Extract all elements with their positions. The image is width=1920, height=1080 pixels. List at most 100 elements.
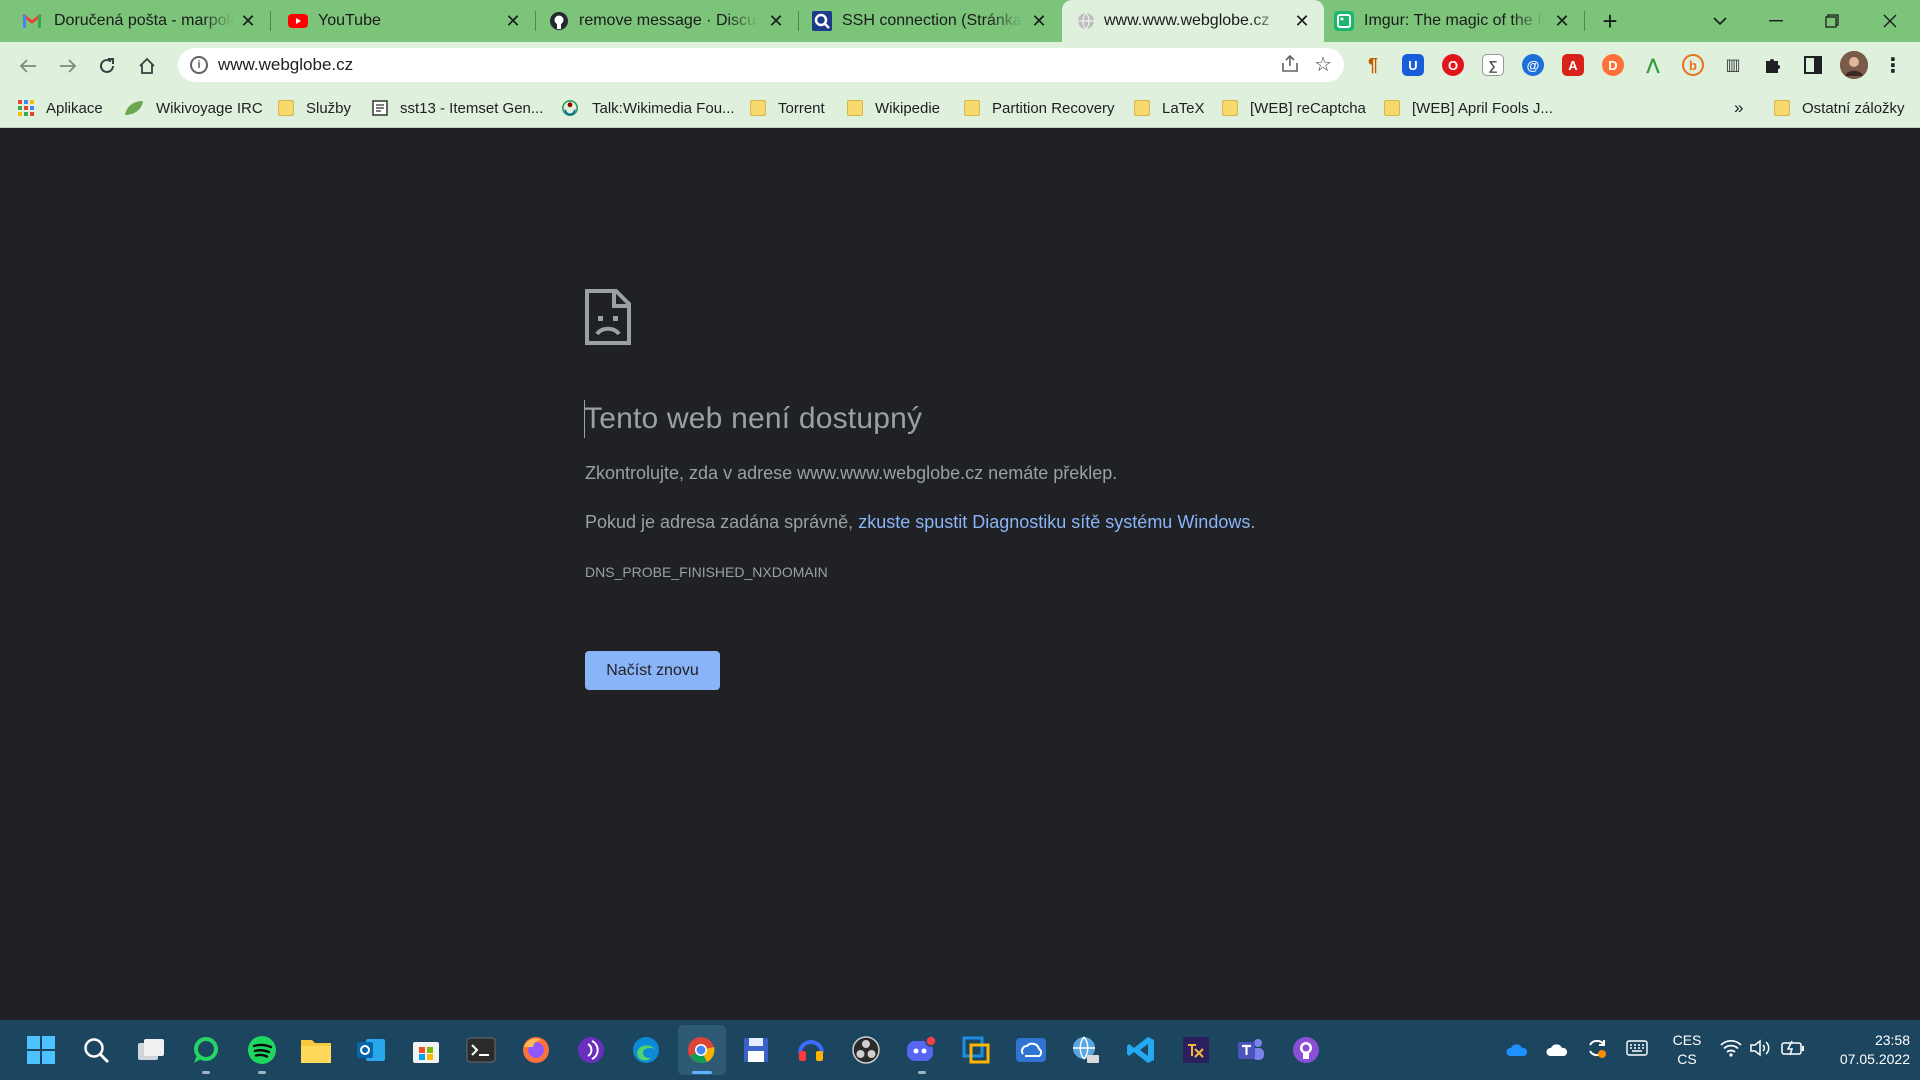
spotify-icon[interactable] (245, 1033, 279, 1067)
bookmark-wikivoyage-irc[interactable]: Wikivoyage IRC (124, 97, 263, 119)
sync-icon[interactable] (1586, 1037, 1608, 1064)
teams-icon[interactable] (1234, 1033, 1268, 1067)
bookmarks-bar: Aplikace Wikivoyage IRC Služby sst13 - I… (0, 88, 1920, 128)
error-check-url-text: Zkontrolujte, zda v adrese www.www.webgl… (585, 463, 1118, 483)
onedrive-icon[interactable] (1506, 1041, 1528, 1062)
taskbar-clock[interactable]: 23:58 07.05.2022 (1820, 1031, 1910, 1069)
menu-kebab-icon[interactable]: ⋮ (1882, 54, 1904, 77)
bookmark-talk-wikimedia[interactable]: Talk:Wikimedia Fou... (560, 97, 735, 119)
tex-editor-icon[interactable] (1179, 1033, 1213, 1067)
network-diagnostics-link[interactable]: zkuste spustit Diagnostiku sítě systému … (858, 512, 1250, 532)
archive-extension-icon[interactable]: ▥ (1722, 54, 1744, 76)
orange-extension-icon[interactable]: b (1682, 54, 1704, 76)
wifi-icon[interactable] (1720, 1039, 1742, 1062)
new-tab-button[interactable]: + (1596, 8, 1624, 36)
close-icon[interactable]: ✕ (1292, 11, 1312, 31)
swirl-extension-icon[interactable]: @ (1522, 54, 1544, 76)
minimize-icon[interactable] (1748, 0, 1804, 42)
diagnostics-prefix: Pokud je adresa zadána správně, (585, 512, 859, 532)
forum-icon (812, 11, 832, 31)
globe-icon (1076, 11, 1096, 31)
file-explorer-icon[interactable] (299, 1033, 333, 1067)
terminal-icon[interactable] (464, 1033, 498, 1067)
bookmarks-overflow-button[interactable]: » (1734, 97, 1743, 119)
input-language-indicator[interactable]: CES CS (1672, 1031, 1702, 1069)
home-icon[interactable] (133, 52, 161, 80)
save-floppy-icon[interactable] (739, 1033, 773, 1067)
bookmark-folder-partition-recovery[interactable]: Partition Recovery (964, 97, 1115, 119)
outlook-icon[interactable] (354, 1033, 388, 1067)
wikimedia-icon (562, 100, 578, 116)
battery-icon[interactable] (1781, 1040, 1805, 1061)
bookmark-folder-web-recaptcha[interactable]: [WEB] reCaptcha (1222, 97, 1366, 119)
puzzle-extensions-icon[interactable] (1762, 54, 1784, 76)
close-icon[interactable]: ✕ (766, 11, 786, 31)
share-icon[interactable] (1280, 54, 1300, 79)
page-icon (372, 100, 388, 116)
whatsapp-icon[interactable] (189, 1033, 223, 1067)
bitwarden-icon[interactable]: U (1402, 54, 1424, 76)
duckduckgo-icon[interactable]: D (1602, 54, 1624, 76)
green-leaf-extension-icon[interactable]: ⋀ (1642, 54, 1664, 76)
pilcrow-extension-icon[interactable]: ¶ (1362, 54, 1384, 76)
bookmark-folder-torrent[interactable]: Torrent (750, 97, 825, 119)
bookmark-sst13[interactable]: sst13 - Itemset Gen... (372, 97, 543, 119)
discord-icon[interactable] (904, 1033, 938, 1067)
bookmark-folder-other-bookmarks[interactable]: Ostatní záložky (1774, 97, 1905, 119)
close-icon[interactable]: ✕ (1029, 11, 1049, 31)
bookmark-folder-latex[interactable]: LaTeX (1134, 97, 1205, 119)
virtualbox-icon[interactable] (959, 1033, 993, 1067)
close-icon[interactable]: ✕ (503, 11, 523, 31)
keyboard-layout-code: CS (1677, 1051, 1697, 1067)
opera-adblock-icon[interactable]: O (1442, 54, 1464, 76)
start-windows-icon[interactable] (24, 1033, 58, 1067)
close-icon[interactable]: ✕ (1552, 11, 1572, 31)
folder-icon (847, 100, 863, 116)
site-info-icon[interactable]: i (190, 56, 208, 74)
address-bar[interactable]: i www.webglobe.cz ☆ (178, 48, 1344, 82)
edge-icon[interactable] (629, 1033, 663, 1067)
bookmark-folder-sluzby[interactable]: Služby (278, 97, 351, 119)
profile-avatar[interactable] (1840, 51, 1868, 79)
side-panel-icon[interactable] (1802, 54, 1824, 76)
tab-github-discussion[interactable]: remove message · Discussions ✕ (535, 0, 798, 42)
headset-app-icon[interactable] (794, 1033, 828, 1067)
bookmark-folder-web-april-fools[interactable]: [WEB] April Fools J... (1384, 97, 1553, 119)
tab-webglobe[interactable]: www.www.webglobe.cz ✕ (1062, 0, 1324, 42)
podcast-app-icon[interactable] (574, 1033, 608, 1067)
cloud-sync-app-icon[interactable] (1014, 1033, 1048, 1067)
forward-arrow-icon[interactable] (54, 52, 82, 80)
github-desktop-icon[interactable] (1289, 1033, 1323, 1067)
bookmark-folder-wikipedie[interactable]: Wikipedie (847, 97, 940, 119)
script-extension-icon[interactable]: ∑ (1482, 54, 1504, 76)
obs-studio-icon[interactable] (849, 1033, 883, 1067)
reload-button[interactable]: Načíst znovu (585, 651, 720, 690)
close-icon[interactable]: ✕ (238, 11, 258, 31)
tab-imgur[interactable]: Imgur: The magic of the Internet ✕ (1324, 0, 1584, 42)
reload-icon[interactable] (93, 52, 121, 80)
microsoft-store-icon[interactable] (409, 1033, 443, 1067)
bookmark-aplikace[interactable]: Aplikace (18, 97, 103, 119)
back-arrow-icon[interactable] (14, 52, 42, 80)
pdf-icon[interactable]: A (1562, 54, 1584, 76)
cloud-icon[interactable] (1546, 1041, 1568, 1062)
vscode-icon[interactable] (1124, 1033, 1158, 1067)
chrome-icon[interactable] (684, 1033, 718, 1067)
network-globe-app-icon[interactable] (1069, 1033, 1103, 1067)
volume-icon[interactable] (1750, 1039, 1772, 1062)
close-window-icon[interactable] (1862, 0, 1918, 42)
tab-gmail[interactable]: Doručená pošta - marpolda ✕ (0, 0, 270, 42)
tab-search-icon[interactable] (1692, 0, 1748, 42)
bookmark-star-icon[interactable]: ☆ (1314, 52, 1332, 77)
tab-youtube[interactable]: YouTube ✕ (270, 0, 535, 42)
restore-icon[interactable] (1804, 0, 1860, 42)
keyboard-icon[interactable] (1626, 1040, 1648, 1061)
tab-title: remove message · Discussions (579, 12, 759, 29)
tab-ssh-connection[interactable]: SSH connection (Stránka 1) ✕ (798, 0, 1061, 42)
address-url[interactable]: www.webglobe.cz (218, 55, 353, 75)
search-icon[interactable] (79, 1033, 113, 1067)
clock-time: 23:58 (1874, 1032, 1910, 1048)
task-view-icon[interactable] (134, 1033, 168, 1067)
bookmark-label: Wikivoyage IRC (156, 99, 263, 117)
firefox-icon[interactable] (519, 1033, 553, 1067)
